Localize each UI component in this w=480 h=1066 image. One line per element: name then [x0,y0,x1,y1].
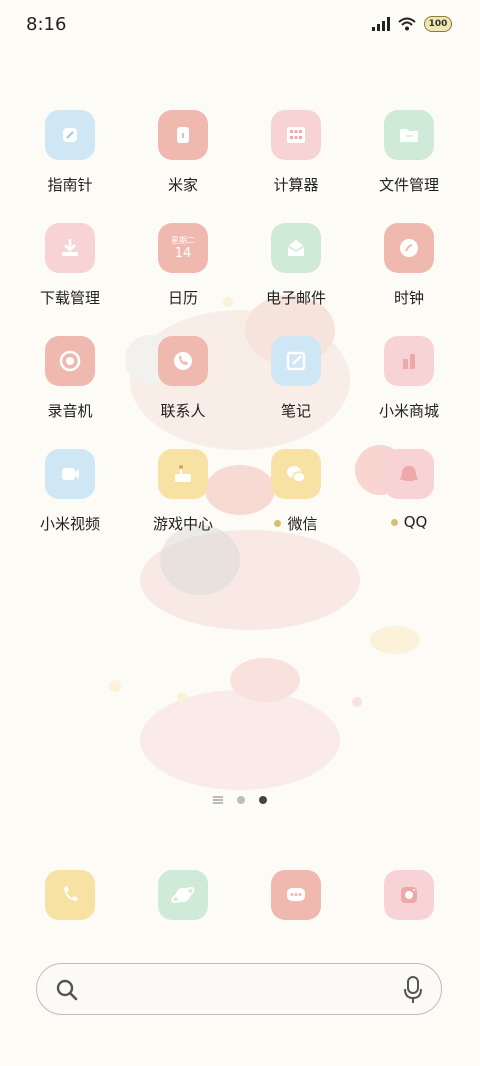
app-recorder[interactable]: 录音机 [15,336,125,421]
status-bar: 8:16 100 [0,0,480,50]
dock-camera[interactable] [354,870,464,920]
video-icon[interactable] [45,449,95,499]
system-icons: 100 [372,16,452,32]
search-icon [56,979,78,1001]
app-label-text: 下载管理 [39,289,100,307]
app-label: 联系人 [128,400,238,421]
app-label-text: 日历 [167,289,198,307]
folder-icon[interactable] [384,110,434,160]
app-video[interactable]: 小米视频 [15,449,125,534]
app-label-text: 电子邮件 [265,289,326,307]
signal-icon [372,17,390,31]
camera-icon[interactable] [384,870,434,920]
game-icon[interactable] [158,449,208,499]
app-label-text: 小米视频 [39,515,100,533]
app-label-text: QQ [403,513,428,531]
dock-messages[interactable] [241,870,351,920]
app-wechat[interactable]: 微信 [241,449,351,534]
app-list-indicator-icon[interactable] [213,796,223,804]
app-label: 下载管理 [15,287,125,308]
page-dot[interactable] [237,796,245,804]
contacts-icon[interactable] [158,336,208,386]
app-label: 小米商城 [354,400,464,421]
wifi-icon [398,17,416,31]
app-calendar[interactable]: 星期二 14 日历 [128,223,238,308]
app-label-text: 计算器 [273,176,319,194]
qq-icon[interactable] [384,449,434,499]
app-label: 指南针 [15,174,125,195]
notes-icon[interactable] [271,336,321,386]
app-game[interactable]: 游戏中心 [128,449,238,534]
app-notes[interactable]: 笔记 [241,336,351,421]
app-label-text: 文件管理 [378,176,439,194]
app-label: 米家 [128,174,238,195]
app-label: 小米视频 [15,513,125,534]
page-dot-active[interactable] [259,796,267,804]
app-label-text: 小米商城 [378,402,439,420]
search-bar[interactable] [36,963,442,1015]
battery-indicator: 100 [424,16,452,32]
page-indicator[interactable] [0,796,480,804]
compass-icon[interactable] [45,110,95,160]
message-icon[interactable] [271,870,321,920]
app-label: 计算器 [241,174,351,195]
clock-icon[interactable] [384,223,434,273]
app-folder[interactable]: 文件管理 [354,110,464,195]
mall-icon[interactable] [384,336,434,386]
app-calculator[interactable]: 计算器 [241,110,351,195]
app-label: 电子邮件 [241,287,351,308]
app-label: 文件管理 [354,174,464,195]
app-mall[interactable]: 小米商城 [354,336,464,421]
app-label-text: 录音机 [47,402,93,420]
app-clock[interactable]: 时钟 [354,223,464,308]
recorder-icon[interactable] [45,336,95,386]
new-install-dot [390,518,398,526]
app-label-text: 指南针 [47,176,93,194]
wechat-icon[interactable] [271,449,321,499]
phone-icon[interactable] [45,870,95,920]
app-mail[interactable]: 电子邮件 [241,223,351,308]
app-label: 微信 [241,513,351,534]
calendar-weekday: 星期二 [171,236,195,245]
app-contacts[interactable]: 联系人 [128,336,238,421]
app-label-text: 联系人 [160,402,206,420]
app-label-text: 米家 [167,176,198,194]
dock-browser[interactable] [128,870,238,920]
app-label-text: 游戏中心 [152,515,213,533]
home-device-icon[interactable] [158,110,208,160]
microphone-icon[interactable] [403,976,423,1004]
app-label-text: 微信 [287,515,318,533]
clock-time: 8:16 [26,14,67,35]
app-label: 笔记 [241,400,351,421]
app-label: 录音机 [15,400,125,421]
planet-icon[interactable] [158,870,208,920]
app-label: QQ [354,513,464,531]
app-label-text: 笔记 [280,402,311,420]
app-label-text: 时钟 [393,289,424,307]
mail-icon[interactable] [271,223,321,273]
app-home-device[interactable]: 米家 [128,110,238,195]
dock-phone[interactable] [15,870,125,920]
new-install-dot [274,520,282,527]
calculator-icon[interactable] [271,110,321,160]
calendar-day: 14 [174,246,192,261]
calendar-icon[interactable]: 星期二 14 [158,223,208,273]
download-icon[interactable] [45,223,95,273]
app-label: 时钟 [354,287,464,308]
app-label: 日历 [128,287,238,308]
app-label: 游戏中心 [128,513,238,534]
app-download[interactable]: 下载管理 [15,223,125,308]
app-qq[interactable]: QQ [354,449,464,531]
app-compass[interactable]: 指南针 [15,110,125,195]
